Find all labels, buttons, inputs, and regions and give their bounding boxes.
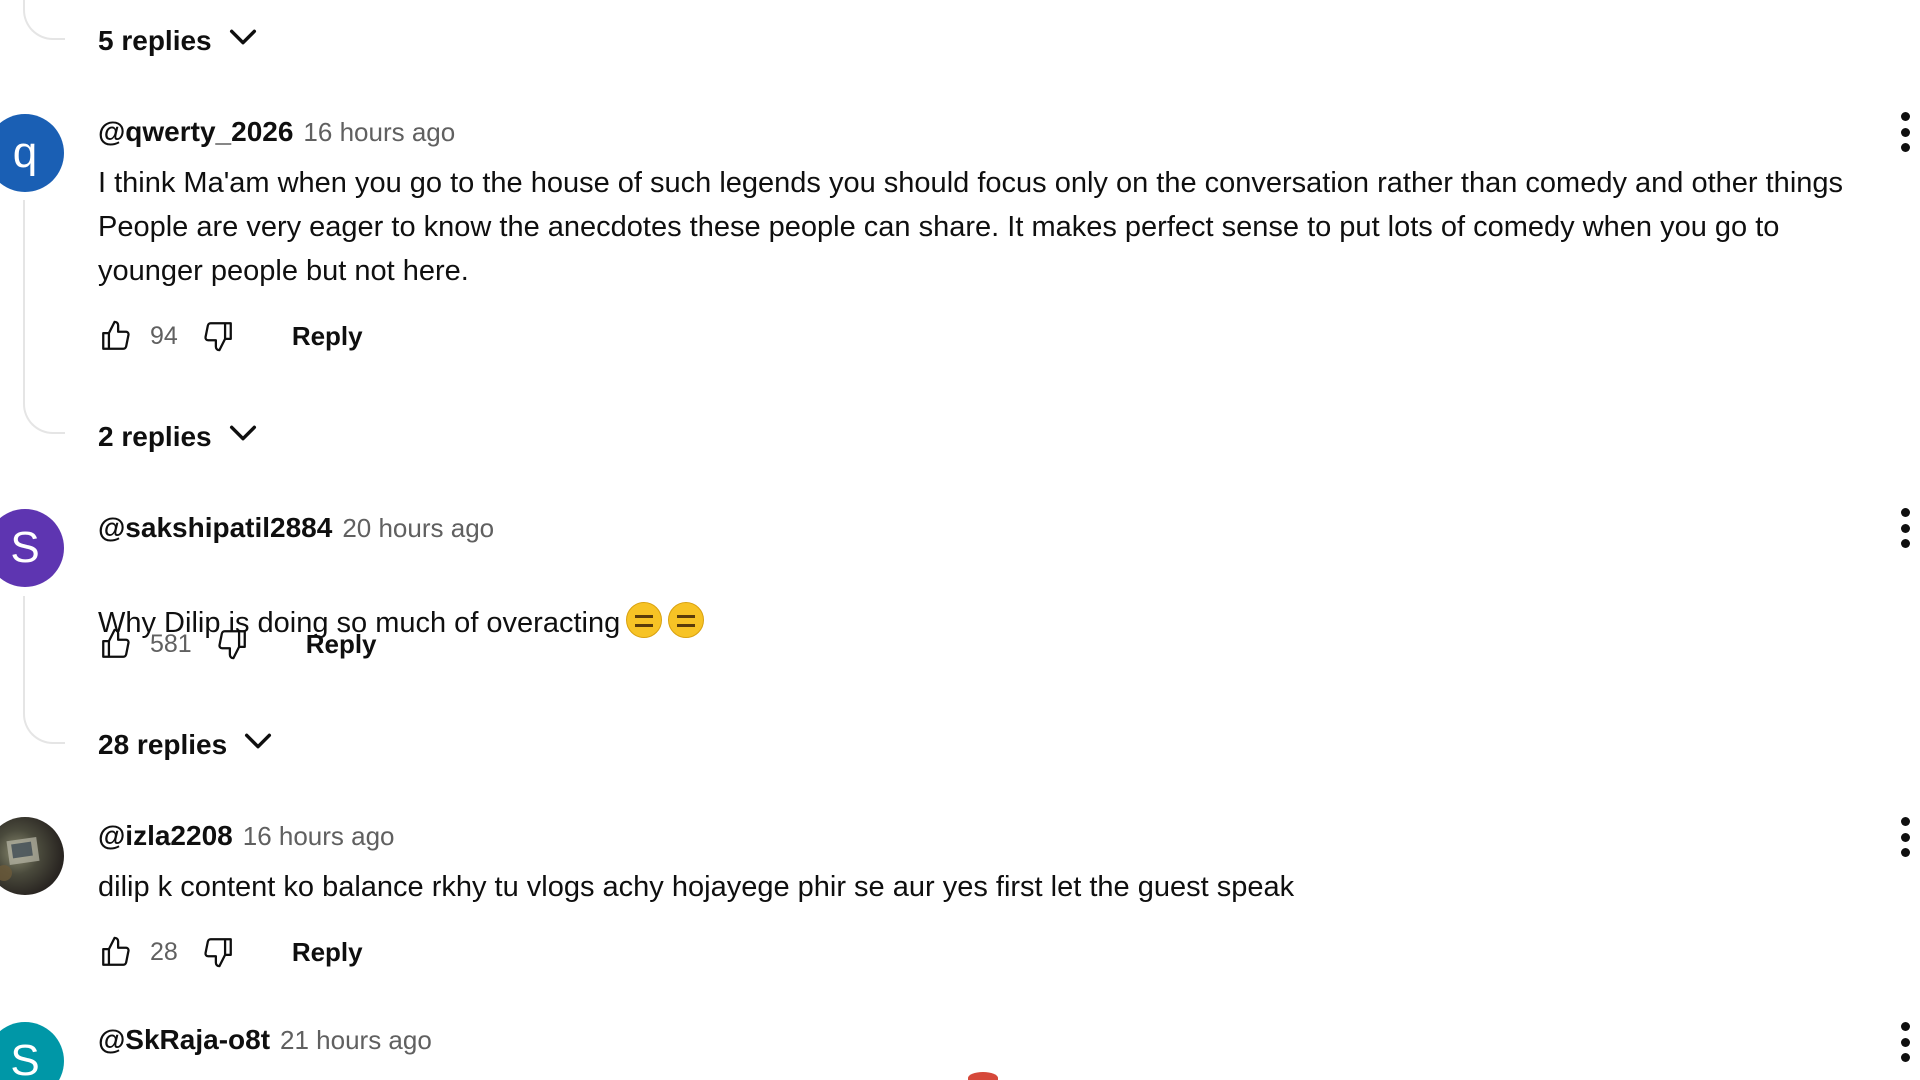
dislike-button[interactable] (200, 318, 236, 354)
show-replies-button[interactable]: 28 replies (98, 724, 275, 765)
comment-header: @izla2208 16 hours ago (98, 820, 395, 852)
comment-timestamp[interactable]: 16 hours ago (303, 117, 455, 148)
more-vertical-icon (1900, 127, 1910, 137)
comment-author[interactable]: @SkRaja-o8t (98, 1024, 270, 1056)
comments-section: 5 replies q @qwerty_2026 16 hours ago I … (0, 0, 1920, 1080)
thumbs-down-icon (218, 630, 246, 660)
expressionless-face-icon (668, 602, 705, 638)
avatar[interactable]: q (0, 114, 64, 192)
reply-button[interactable]: Reply (292, 937, 363, 968)
more-vertical-icon (1900, 112, 1910, 121)
like-count: 581 (150, 629, 192, 658)
thumbs-up-icon (102, 320, 130, 350)
expressionless-face-icon (626, 602, 663, 638)
like-button[interactable] (98, 934, 134, 970)
more-vertical-icon (1900, 817, 1910, 826)
comment-timestamp[interactable]: 21 hours ago (280, 1025, 432, 1056)
more-vertical-icon (1900, 1053, 1910, 1062)
comment-body: dilip k content ko balance rkhy tu vlogs… (98, 871, 1295, 903)
comment-body: I think Ma'am when you go to the house o… (98, 167, 1844, 287)
like-count: 94 (150, 321, 178, 350)
avatar[interactable]: S (0, 1022, 64, 1080)
like-button[interactable] (98, 318, 134, 354)
dislike-button[interactable] (200, 934, 236, 970)
comment-author[interactable]: @qwerty_2026 (98, 116, 293, 148)
like-button[interactable] (98, 626, 134, 662)
comment-header: @SkRaja-o8t 21 hours ago (98, 1024, 432, 1056)
comment-actions: 581 Reply (98, 624, 377, 664)
reply-button[interactable]: Reply (306, 629, 377, 660)
chevron-down-icon (241, 724, 275, 765)
show-replies-button[interactable]: 5 replies (98, 20, 260, 61)
thumbs-up-icon (102, 628, 130, 658)
avatar[interactable]: S (0, 509, 64, 587)
more-vertical-icon (1900, 523, 1910, 533)
avatar[interactable] (0, 817, 64, 895)
more-vertical-icon (1900, 539, 1910, 548)
like-count: 28 (150, 937, 178, 966)
more-vertical-icon (1900, 143, 1910, 152)
dislike-button[interactable] (214, 626, 250, 662)
comment-header: @qwerty_2026 16 hours ago (98, 116, 455, 148)
more-vertical-icon (1900, 848, 1910, 857)
comment-author[interactable]: @izla2208 (98, 820, 233, 852)
chevron-down-icon (226, 20, 260, 61)
comment-timestamp[interactable]: 16 hours ago (243, 821, 395, 852)
show-replies-button[interactable]: 2 replies (98, 416, 260, 457)
comment-timestamp[interactable]: 20 hours ago (342, 513, 494, 544)
comment-menu-button[interactable] (1896, 817, 1914, 857)
thread-connector (23, 0, 65, 40)
more-vertical-icon (1900, 1037, 1910, 1047)
comment-author[interactable]: @sakshipatil2884 (98, 512, 332, 544)
thumbs-down-icon (204, 322, 232, 352)
comment-menu-button[interactable] (1896, 508, 1914, 548)
thread-connector (23, 596, 65, 744)
thumbs-down-icon (204, 938, 232, 968)
comment-menu-button[interactable] (1896, 112, 1914, 152)
more-vertical-icon (1900, 832, 1910, 842)
avatar-photo (0, 837, 40, 881)
more-vertical-icon (1900, 1022, 1910, 1031)
replies-count-label: 5 replies (98, 24, 212, 56)
reply-button[interactable]: Reply (292, 321, 363, 352)
thumbs-up-icon (102, 936, 130, 966)
chevron-down-icon (226, 416, 260, 457)
more-vertical-icon (1900, 508, 1910, 517)
replies-count-label: 28 replies (98, 728, 228, 760)
emoji-icon (968, 1072, 998, 1080)
comment-menu-button[interactable] (1896, 1022, 1914, 1062)
comment-header: @sakshipatil2884 20 hours ago (98, 512, 494, 544)
thread-connector (23, 200, 65, 434)
replies-count-label: 2 replies (98, 420, 212, 452)
comment-actions: 94 Reply (98, 316, 363, 356)
comment-actions: 28 Reply (98, 932, 363, 972)
